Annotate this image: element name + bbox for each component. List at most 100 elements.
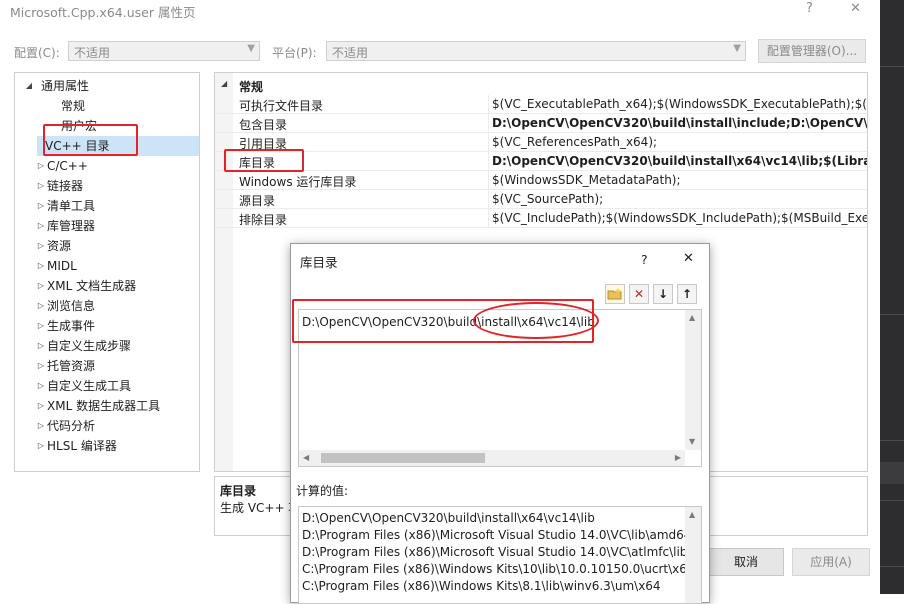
- expand-triangle-icon[interactable]: ▷: [35, 216, 47, 236]
- grid-row-value[interactable]: $(VC_ReferencesPath_x64);: [492, 135, 657, 149]
- tree-item[interactable]: ▷ 资源: [38, 236, 191, 256]
- cancel-button[interactable]: 取消: [708, 548, 784, 576]
- move-down-icon[interactable]: ↓: [653, 284, 673, 304]
- collapse-triangle-icon: ◢: [221, 79, 228, 88]
- tree-item[interactable]: 常规: [41, 96, 191, 116]
- grid-row[interactable]: 源目录 $(VC_SourcePath);: [215, 190, 867, 209]
- computed-values-label: 计算的值:: [296, 484, 349, 498]
- expand-triangle-icon[interactable]: ▷: [35, 436, 47, 456]
- expand-triangle-icon[interactable]: ▷: [35, 196, 47, 216]
- close-button[interactable]: ✕: [850, 1, 861, 16]
- tree-root[interactable]: ◢ 通用属性: [23, 76, 193, 96]
- chevron-down-icon: ▼: [247, 43, 255, 54]
- computed-vertical-scrollbar[interactable]: ▲: [685, 507, 701, 603]
- tree-item[interactable]: ▷ 库管理器: [38, 216, 191, 236]
- computed-value-line: C:\Program Files (x86)\Windows Kits\8.1\…: [302, 579, 661, 593]
- expand-triangle-icon[interactable]: ▷: [35, 176, 47, 196]
- grid-row-name: 可执行文件目录: [239, 99, 324, 113]
- apply-button[interactable]: 应用(A): [792, 548, 870, 576]
- expand-triangle-icon[interactable]: ▷: [35, 236, 47, 256]
- annotation-box-library-dirs: [224, 149, 304, 172]
- scroll-down-icon[interactable]: ▼: [689, 437, 695, 446]
- grid-row[interactable]: 包含目录 D:\OpenCV\OpenCV320\build\install\in…: [215, 114, 867, 133]
- grid-row-name: Windows 运行库目录: [239, 175, 357, 189]
- grid-row[interactable]: 排除目录 $(VC_IncludePath);$(WindowsSDK_Inclu…: [215, 209, 867, 228]
- tree-item-label: 链接器: [47, 179, 84, 193]
- computed-value-line: D:\Program Files (x86)\Microsoft Visual …: [302, 545, 692, 559]
- expand-triangle-icon[interactable]: ▷: [35, 376, 47, 396]
- grid-row[interactable]: 可执行文件目录 $(VC_ExecutablePath_x64);$(Window…: [215, 95, 867, 114]
- description-text: 生成 VC++ 项: [220, 501, 301, 515]
- background-editor-strip: [880, 0, 904, 594]
- move-up-icon[interactable]: ↑: [677, 284, 697, 304]
- grid-row-value[interactable]: D:\OpenCV\OpenCV320\build\install\includ…: [492, 116, 867, 130]
- grid-column-separator: [488, 190, 489, 209]
- grid-column-separator: [488, 171, 489, 190]
- tree-item[interactable]: ▷ MIDL: [38, 256, 191, 276]
- tree-item[interactable]: ▷ C/C++: [38, 156, 191, 176]
- tree-item[interactable]: ▷ 浏览信息: [38, 296, 191, 316]
- grid-category-label: 常规: [239, 80, 264, 94]
- expand-triangle-icon[interactable]: ▷: [35, 336, 47, 356]
- config-combobox[interactable]: 不适用 ▼: [68, 41, 260, 61]
- dialog-help-button[interactable]: ?: [641, 252, 648, 267]
- tree-item[interactable]: ▷ 自定义生成步骤: [38, 336, 191, 356]
- grid-row-value[interactable]: $(WindowsSDK_MetadataPath);: [492, 173, 681, 187]
- tree-item[interactable]: ▷ 自定义生成工具: [38, 376, 191, 396]
- grid-category-row[interactable]: ◢ 常规: [215, 76, 867, 95]
- tree-item[interactable]: ▷ XML 数据生成器工具: [38, 396, 191, 416]
- expand-triangle-icon[interactable]: ▷: [35, 276, 47, 296]
- config-manager-button[interactable]: 配置管理器(O)...: [758, 39, 866, 63]
- tree-item-label: C/C++: [47, 159, 88, 173]
- expand-triangle-icon[interactable]: ▷: [35, 256, 47, 276]
- scroll-left-icon[interactable]: ◀: [303, 453, 309, 462]
- grid-row[interactable]: Windows 运行库目录 $(WindowsSDK_MetadataPath);: [215, 171, 867, 190]
- horizontal-scrollbar[interactable]: ◀ ▶: [299, 450, 685, 466]
- tree-item[interactable]: ▷ HLSL 编译器: [38, 436, 191, 456]
- tree-item-label: 常规: [61, 99, 86, 113]
- expand-triangle-icon[interactable]: ▷: [35, 416, 47, 436]
- tree-item-label: 库管理器: [47, 219, 96, 233]
- help-button[interactable]: ?: [806, 1, 813, 16]
- tree-item[interactable]: ▷ 托管资源: [38, 356, 191, 376]
- expand-triangle-icon[interactable]: ▷: [35, 396, 47, 416]
- grid-row-value[interactable]: $(VC_ExecutablePath_x64);$(WindowsSDK_Ex…: [492, 97, 867, 111]
- expand-triangle-icon[interactable]: ▷: [35, 296, 47, 316]
- new-folder-icon[interactable]: [605, 284, 625, 304]
- horizontal-scroll-thumb[interactable]: [321, 453, 485, 463]
- expand-triangle-icon[interactable]: ▷: [35, 156, 47, 176]
- scroll-up-icon[interactable]: ▲: [689, 510, 695, 519]
- platform-combobox[interactable]: 不适用 ▼: [326, 41, 746, 61]
- config-label: 配置(C):: [14, 46, 60, 60]
- tree-item[interactable]: ▷ 链接器: [38, 176, 191, 196]
- scroll-up-icon[interactable]: ▲: [689, 313, 695, 322]
- tree-item-label: HLSL 编译器: [47, 439, 117, 453]
- grid-row[interactable]: 引用目录 $(VC_ReferencesPath_x64);: [215, 133, 867, 152]
- grid-column-separator: [488, 114, 489, 133]
- window-title: Microsoft.Cpp.x64.user 属性页: [10, 5, 196, 20]
- grid-column-separator: [488, 95, 489, 114]
- vertical-scrollbar[interactable]: ▲ ▼: [685, 310, 701, 450]
- grid-row-value[interactable]: D:\OpenCV\OpenCV320\build\install\x64\vc…: [492, 154, 867, 168]
- tree-root-label: 通用属性: [41, 79, 90, 93]
- tree-item-label: 资源: [47, 239, 72, 253]
- computed-value-line: D:\OpenCV\OpenCV320\build\install\x64\vc…: [302, 511, 595, 525]
- grid-row-value[interactable]: $(VC_IncludePath);$(WindowsSDK_IncludePa…: [492, 211, 867, 225]
- tree-item[interactable]: ▷ 清单工具: [38, 196, 191, 216]
- tree-item[interactable]: ▷ 生成事件: [38, 316, 191, 336]
- chevron-down-icon: ▼: [733, 43, 741, 54]
- dialog-title: 库目录: [300, 255, 338, 270]
- delete-icon[interactable]: ✕: [629, 284, 649, 304]
- grid-row[interactable]: 库目录 D:\OpenCV\OpenCV320\build\install\x64…: [215, 152, 867, 171]
- expand-triangle-icon[interactable]: ▷: [35, 356, 47, 376]
- tree-item[interactable]: ▷ 代码分析: [38, 416, 191, 436]
- grid-column-separator: [488, 209, 489, 228]
- platform-label: 平台(P):: [272, 46, 317, 60]
- tree-item[interactable]: ▷ XML 文档生成器: [38, 276, 191, 296]
- expand-triangle-icon[interactable]: ▷: [35, 316, 47, 336]
- grid-column-separator: [488, 133, 489, 152]
- scroll-right-icon[interactable]: ▶: [675, 453, 681, 462]
- dialog-close-button[interactable]: ✕: [683, 251, 694, 266]
- platform-value: 不适用: [332, 46, 369, 60]
- grid-row-value[interactable]: $(VC_SourcePath);: [492, 192, 603, 206]
